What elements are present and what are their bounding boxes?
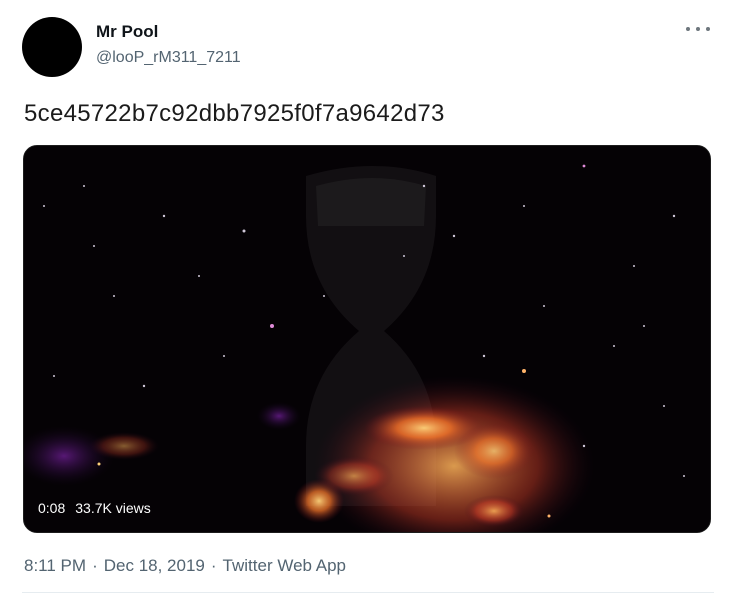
tweet-metadata: 8:11 PM · Dec 18, 2019 · Twitter Web App [24,556,352,576]
tweet-client[interactable]: Twitter Web App [223,556,346,575]
tweet-date[interactable]: Dec 18, 2019 [104,556,205,575]
video-duration: 0:08 [38,500,66,516]
avatar[interactable] [22,17,82,77]
video-player[interactable]: 0:08 33.7K views [23,145,711,533]
video-views: 33.7K views [75,500,151,516]
author-name[interactable]: Mr Pool [96,22,158,42]
video-frame [24,146,710,532]
separator: · [210,556,217,575]
author-handle[interactable]: @looP_rM311_7211 [96,49,241,67]
tweet-card: Mr Pool @looP_rM311_7211 5ce45722b7c92db… [0,0,736,602]
more-dots-icon[interactable] [686,22,710,36]
divider [22,592,714,593]
separator: · [92,556,98,575]
video-stats: 0:08 33.7K views [38,500,151,516]
tweet-time[interactable]: 8:11 PM [24,556,86,575]
tweet-text: 5ce45722b7c92dbb7925f0f7a9642d73 [24,100,445,127]
